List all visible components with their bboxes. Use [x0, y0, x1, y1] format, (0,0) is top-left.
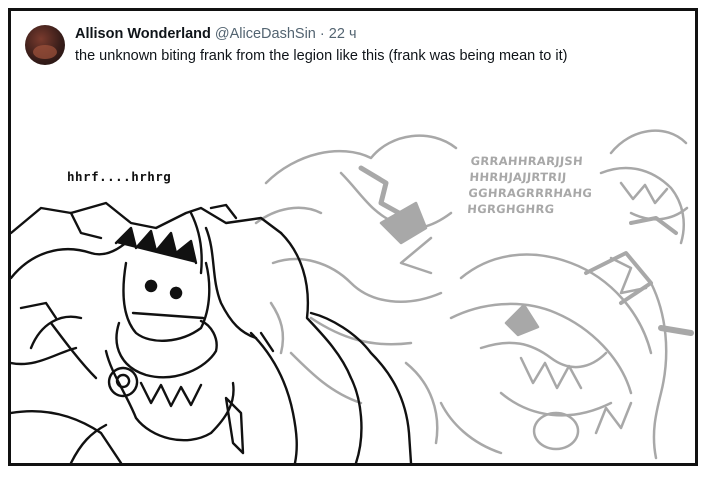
roar-line: HGRGHGHRG — [466, 202, 555, 216]
tweet-meta: Allison Wonderland @AliceDashSin · 22 ч — [75, 26, 357, 42]
display-name[interactable]: Allison Wonderland — [75, 26, 211, 42]
tweet-text: the unknown biting frank from the legion… — [75, 48, 568, 64]
meta-separator: · — [319, 26, 325, 42]
roar-line: GGHRAGRRRHAHG — [467, 186, 593, 200]
frank-figure-art — [11, 201, 413, 463]
whisper-caption: hhrf....hrhrg — [67, 169, 172, 184]
roar-caption: GRRAHHRARJJSH HHRHJAJJRTRIJ GGHRAGRRRHAH… — [467, 153, 595, 217]
avatar-image — [33, 45, 57, 59]
tweet-header: Allison Wonderland @AliceDashSin · 22 ч … — [23, 21, 683, 111]
avatar[interactable] — [25, 25, 65, 65]
roar-line: HHRHJAJJRTRIJ — [469, 170, 568, 184]
comic-image[interactable]: hhrf....hrhrg GRRAHHRARJJSH HHRHJAJJRTRI… — [11, 113, 695, 463]
tweet-screenshot-frame: Allison Wonderland @AliceDashSin · 22 ч … — [8, 8, 698, 466]
roar-line: GRRAHHRARJJSH — [470, 154, 584, 168]
user-handle[interactable]: @AliceDashSin — [215, 26, 316, 42]
tweet-timestamp[interactable]: 22 ч — [329, 26, 357, 42]
